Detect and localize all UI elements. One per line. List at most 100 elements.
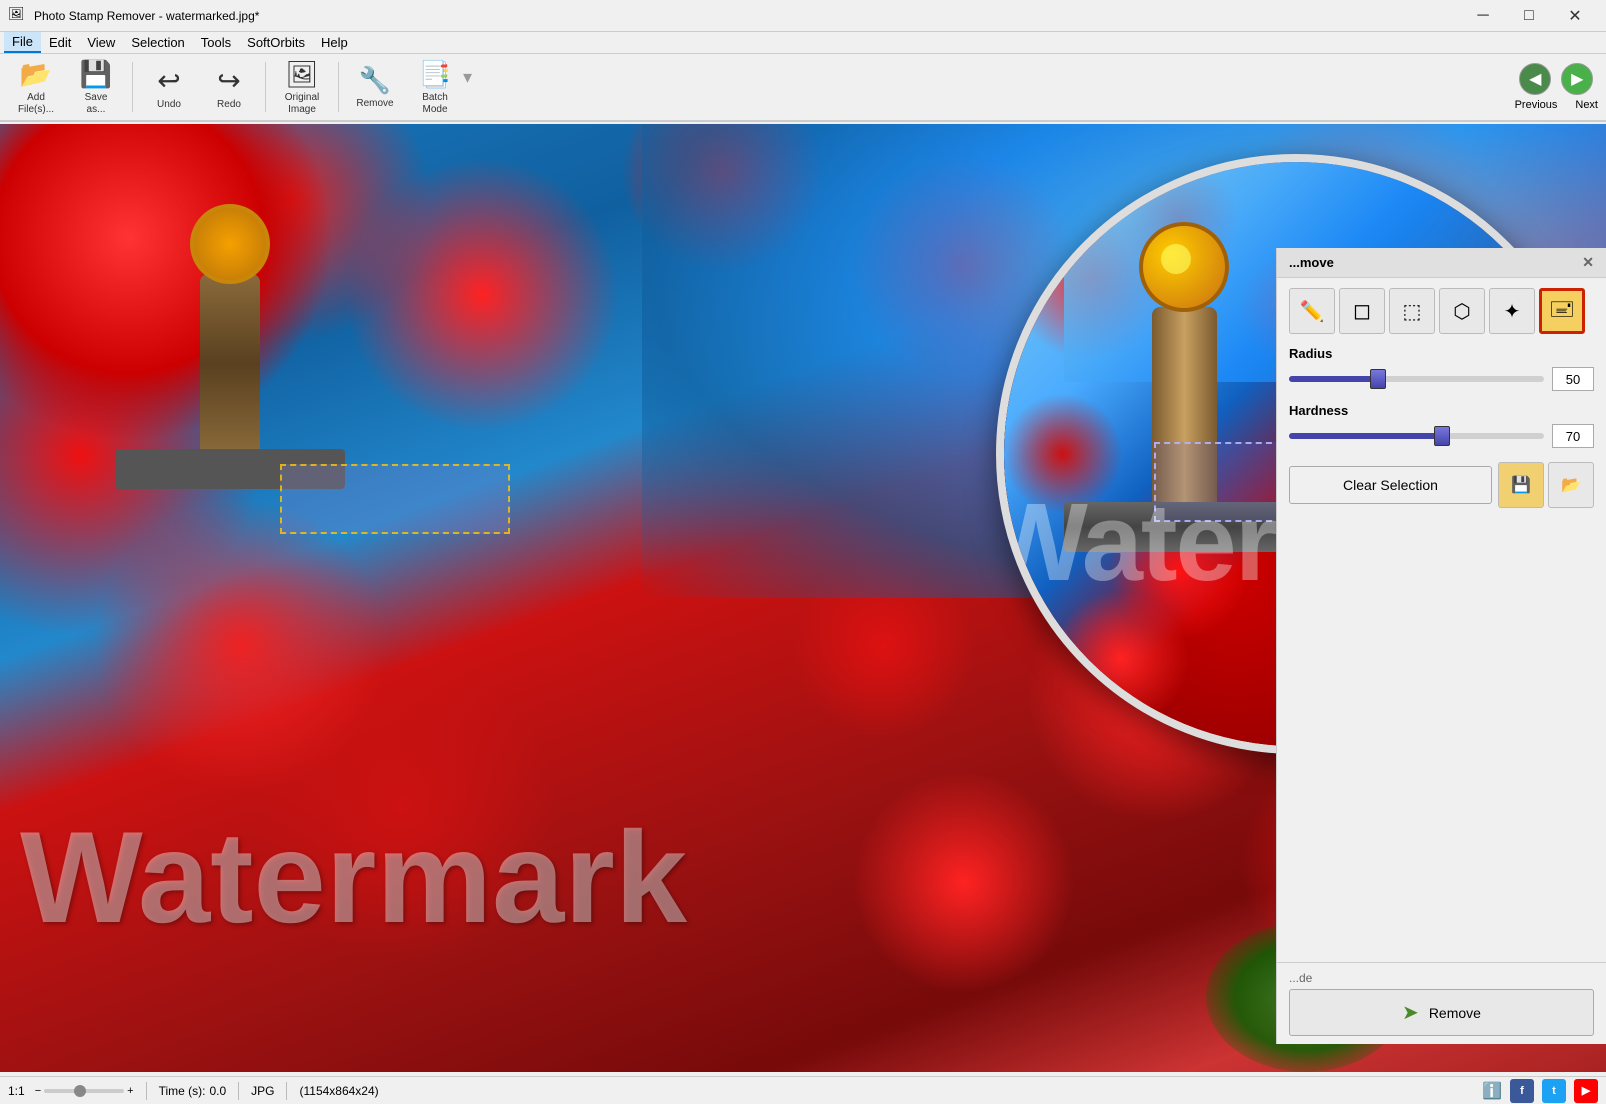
zoom-slider-thumb[interactable] xyxy=(74,1085,86,1097)
menubar: File Edit View Selection Tools SoftOrbit… xyxy=(0,32,1606,54)
hardness-section: Hardness 70 xyxy=(1277,397,1606,454)
menu-softorbits[interactable]: SoftOrbits xyxy=(239,33,313,52)
radius-value[interactable]: 50 xyxy=(1552,367,1594,391)
remove-label: Remove xyxy=(356,98,393,109)
radius-slider-fill xyxy=(1289,376,1378,382)
twitter-button[interactable]: t xyxy=(1542,1079,1566,1103)
original-image-label: OriginalImage xyxy=(285,92,319,116)
panel-close-button[interactable]: ✕ xyxy=(1582,254,1594,271)
save-as-label: Saveas... xyxy=(85,92,108,116)
zoom-level: 1:1 xyxy=(8,1084,25,1098)
remove-arrow-icon: ➤ xyxy=(1402,1000,1419,1025)
menu-view[interactable]: View xyxy=(79,33,123,52)
minimize-button[interactable]: ─ xyxy=(1460,0,1506,32)
clear-selection-button[interactable]: Clear Selection xyxy=(1289,466,1492,504)
info-icon[interactable]: ℹ️ xyxy=(1482,1081,1502,1101)
previous-button[interactable]: ◀ xyxy=(1519,63,1551,95)
remove-execute-label: Remove xyxy=(1429,1005,1481,1021)
original-image-button[interactable]: 🖼 OriginalImage xyxy=(274,57,330,117)
load-selection-icon: 📂 xyxy=(1561,475,1581,495)
load-selection-button[interactable]: 📂 xyxy=(1548,462,1594,508)
brush-tool-button[interactable]: ✏️ xyxy=(1289,288,1335,334)
image-format: JPG xyxy=(251,1084,274,1098)
clear-action-row: Clear Selection 💾 📂 xyxy=(1277,454,1606,516)
app-title: Photo Stamp Remover - watermarked.jpg* xyxy=(34,9,1460,23)
redo-icon: ↪ xyxy=(217,64,240,97)
redo-label: Redo xyxy=(217,99,241,110)
zoom-slider-track[interactable] xyxy=(44,1089,124,1093)
save-as-button[interactable]: 💾 Saveas... xyxy=(68,57,124,117)
app-icon: 🖼 xyxy=(8,6,28,26)
radius-label: Radius xyxy=(1289,346,1594,361)
eraser-icon: ◻ xyxy=(1353,298,1371,324)
zoom-area: 1:1 − + xyxy=(8,1084,134,1098)
stamp-tool-button[interactable]: 🖃 xyxy=(1539,288,1585,334)
stamp-selection-box xyxy=(280,464,510,534)
status-right-area: ℹ️ f t ▶ xyxy=(1482,1079,1598,1103)
hardness-slider-row: 70 xyxy=(1289,424,1594,448)
menu-tools[interactable]: Tools xyxy=(193,33,239,52)
statusbar: 1:1 − + Time (s): 0.0 JPG (1154x864x24) … xyxy=(0,1076,1606,1104)
zoom-out-icon[interactable]: − xyxy=(35,1085,41,1097)
hardness-slider-track[interactable] xyxy=(1289,433,1544,439)
next-button[interactable]: ▶ xyxy=(1561,63,1593,95)
add-files-icon: 📂 xyxy=(20,59,52,90)
hardness-value[interactable]: 70 xyxy=(1552,424,1594,448)
batch-mode-button[interactable]: 📑 BatchMode xyxy=(407,57,463,117)
rect-select-tool-button[interactable]: ⬚ xyxy=(1389,288,1435,334)
toolbar-separator-2 xyxy=(265,62,266,112)
hardness-label: Hardness xyxy=(1289,403,1594,418)
stamp-icon: 🖃 xyxy=(1549,292,1575,330)
menu-edit[interactable]: Edit xyxy=(41,33,79,52)
lasso-tool-button[interactable]: ⬡ xyxy=(1439,288,1485,334)
save-as-icon: 💾 xyxy=(80,59,112,90)
stamp-head xyxy=(190,204,270,284)
radius-slider-thumb[interactable] xyxy=(1370,369,1386,389)
remove-button[interactable]: 🔧 Remove xyxy=(347,57,403,117)
magic-wand-tool-button[interactable]: ✦ xyxy=(1489,288,1535,334)
menu-selection[interactable]: Selection xyxy=(123,33,192,52)
eraser-tool-button[interactable]: ◻ xyxy=(1339,288,1385,334)
menu-help[interactable]: Help xyxy=(313,33,356,52)
status-sep-3 xyxy=(286,1082,287,1100)
add-files-button[interactable]: 📂 AddFile(s)... xyxy=(8,57,64,117)
main-area: Watermark Watermark ...move ✕ xyxy=(0,124,1606,1072)
batch-mode-label: BatchMode xyxy=(422,92,448,116)
youtube-button[interactable]: ▶ xyxy=(1574,1079,1598,1103)
time-area: Time (s): 0.0 xyxy=(159,1084,227,1098)
menu-file[interactable]: File xyxy=(4,32,41,53)
time-value: 0.0 xyxy=(209,1084,226,1098)
zoom-in-icon[interactable]: + xyxy=(127,1085,133,1097)
panel-title-bar: ...move ✕ xyxy=(1277,248,1606,278)
more-options-icon[interactable]: ▾ xyxy=(463,67,472,88)
status-sep-2 xyxy=(238,1082,239,1100)
stamp-tool-visual xyxy=(120,204,340,524)
radius-slider-row: 50 xyxy=(1289,367,1594,391)
save-selection-button[interactable]: 💾 xyxy=(1498,462,1544,508)
original-image-icon: 🖼 xyxy=(285,59,318,90)
magic-wand-icon: ✦ xyxy=(1504,299,1521,324)
toolbar-separator-1 xyxy=(132,62,133,112)
tool-buttons-row: ✏️ ◻ ⬚ ⬡ ✦ 🖃 xyxy=(1277,278,1606,340)
add-files-label: AddFile(s)... xyxy=(18,92,54,116)
maximize-button[interactable]: □ xyxy=(1506,0,1552,32)
nav-area: ◀ ▶ Previous Next xyxy=(1515,63,1598,111)
remove-execute-button[interactable]: ➤ Remove xyxy=(1289,989,1594,1036)
time-label: Time (s): xyxy=(159,1084,206,1098)
facebook-button[interactable]: f xyxy=(1510,1079,1534,1103)
remove-icon: 🔧 xyxy=(359,65,391,96)
undo-icon: ↩ xyxy=(157,64,180,97)
mode-label: ...de xyxy=(1289,971,1594,985)
hardness-slider-thumb[interactable] xyxy=(1434,426,1450,446)
status-sep-1 xyxy=(146,1082,147,1100)
redo-button[interactable]: ↪ Redo xyxy=(201,57,257,117)
titlebar: 🖼 Photo Stamp Remover - watermarked.jpg*… xyxy=(0,0,1606,32)
nav-labels: Previous Next xyxy=(1515,99,1598,111)
image-dimensions: (1154x864x24) xyxy=(299,1084,378,1098)
close-button[interactable]: ✕ xyxy=(1552,0,1598,32)
save-selection-icon: 💾 xyxy=(1511,475,1531,495)
undo-button[interactable]: ↩ Undo xyxy=(141,57,197,117)
titlebar-controls: ─ □ ✕ xyxy=(1460,0,1598,32)
radius-slider-track[interactable] xyxy=(1289,376,1544,382)
panel-title: ...move xyxy=(1289,255,1334,270)
